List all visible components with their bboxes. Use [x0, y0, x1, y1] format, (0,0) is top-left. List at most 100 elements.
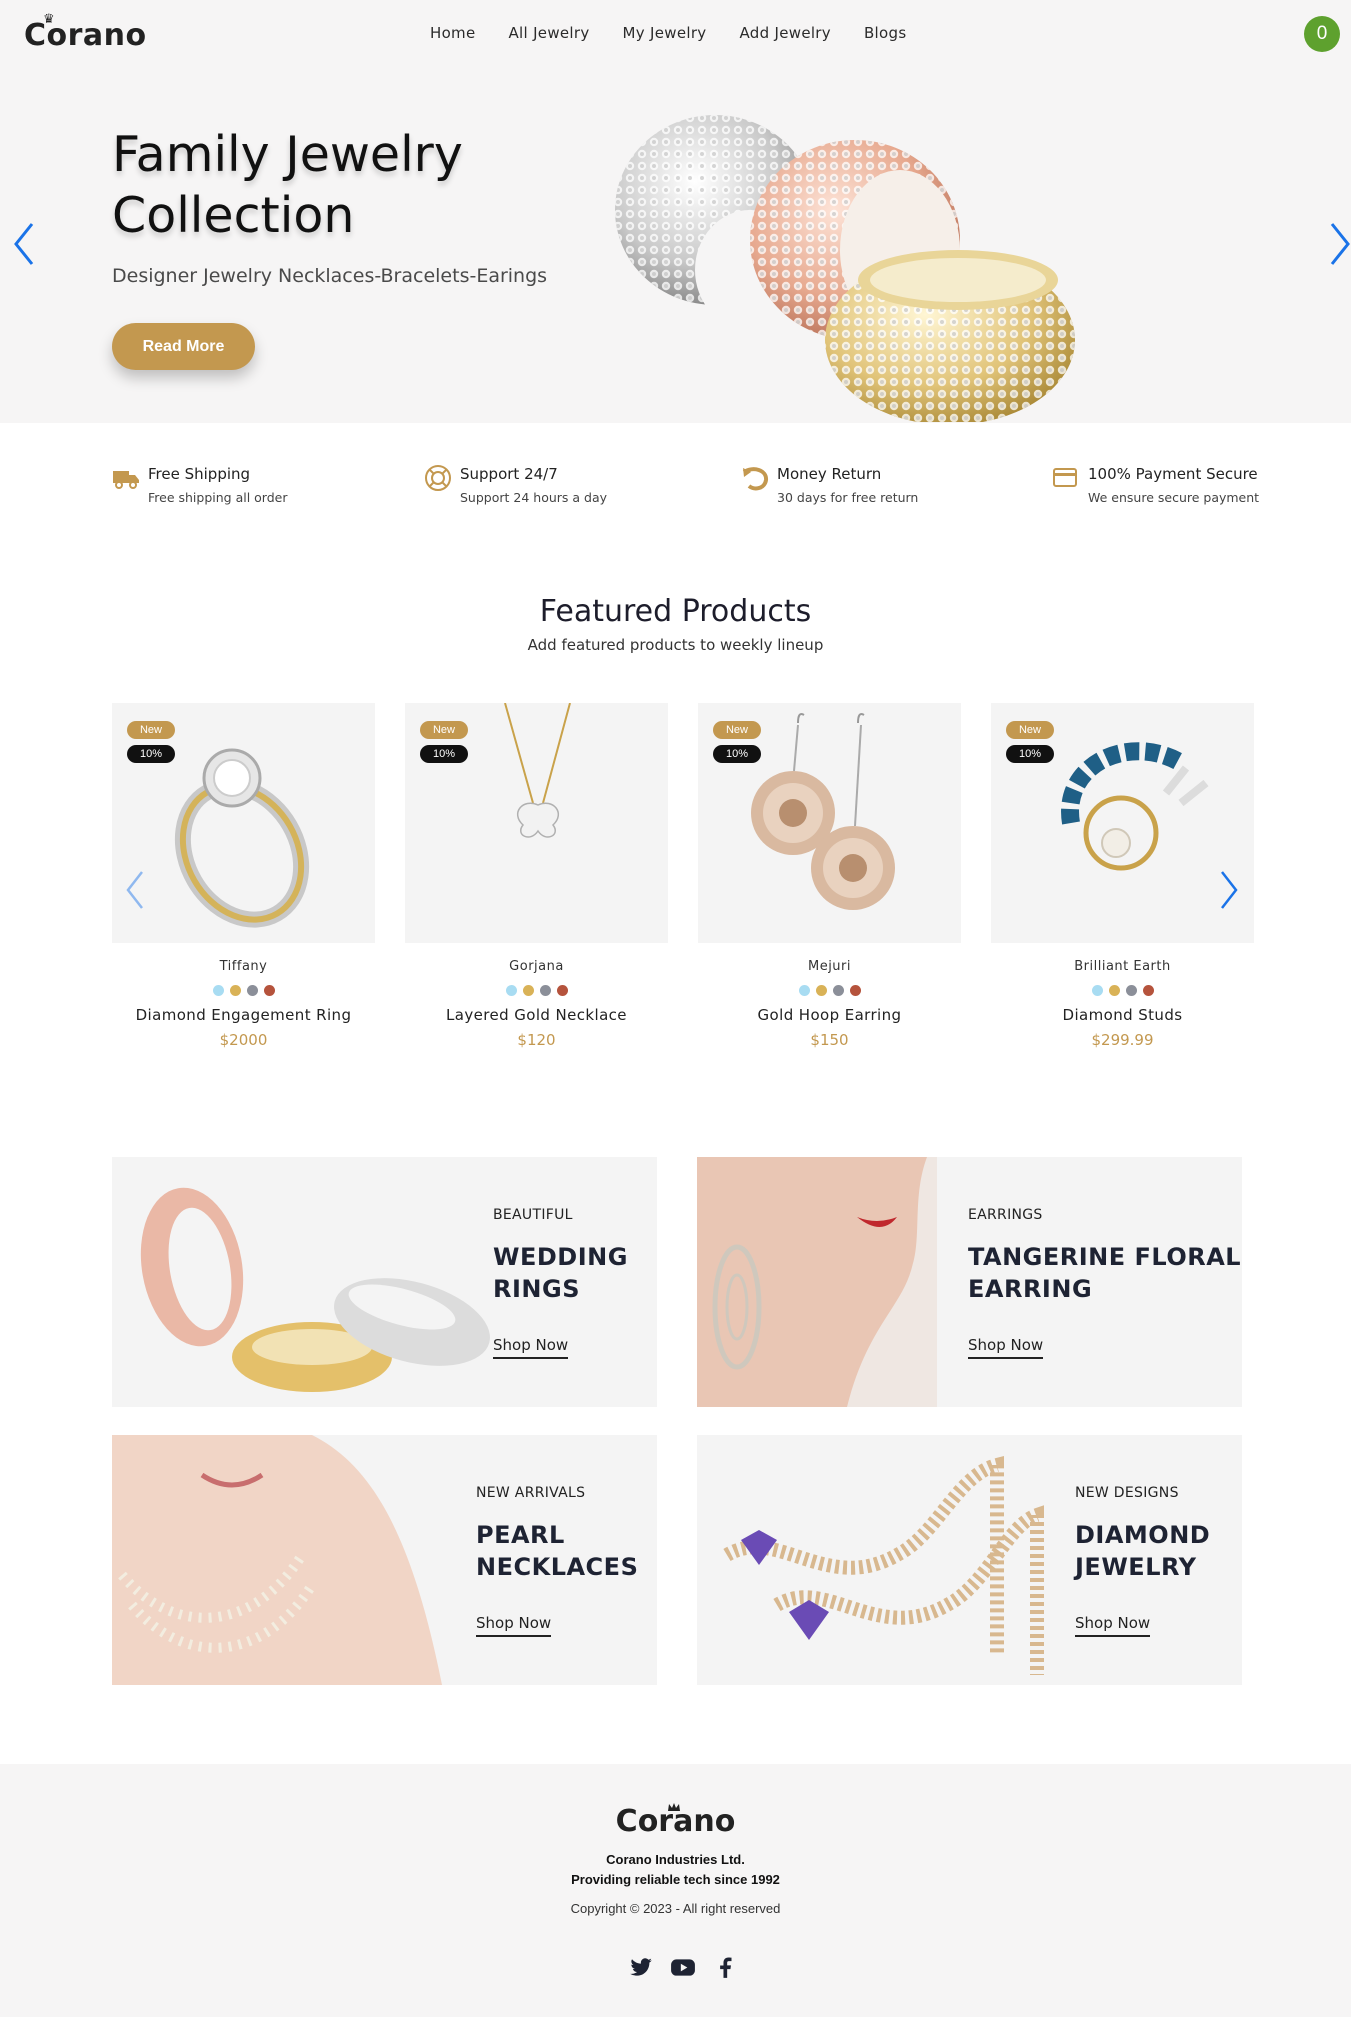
- shop-now-link[interactable]: Shop Now: [476, 1614, 552, 1637]
- banner-title-line1: WEDDING: [493, 1243, 628, 1271]
- swatch-copper[interactable]: [1142, 985, 1154, 996]
- earring-model-image: [697, 1157, 937, 1407]
- banner-title: DIAMOND JEWELRY: [1075, 1519, 1210, 1583]
- carousel-prev-arrow-icon[interactable]: [122, 868, 148, 912]
- swatch-gold[interactable]: [815, 985, 827, 996]
- color-swatches: [112, 983, 375, 1001]
- youtube-icon[interactable]: [670, 1954, 696, 1980]
- banner-eyebrow: EARRINGS: [968, 1207, 1043, 1223]
- copyright: Copyright © 2023 - All right reserved: [570, 1901, 781, 1916]
- product-card[interactable]: New 10% Mejuri Gold Hoop Earring $150: [698, 703, 961, 1053]
- product-price: $150: [810, 1031, 849, 1049]
- read-more-button[interactable]: Read More: [112, 323, 255, 370]
- product-image[interactable]: New 10%: [698, 703, 961, 943]
- product-image[interactable]: New 10%: [405, 703, 668, 943]
- gold-ring: [825, 250, 1075, 422]
- banner-title-line2: JEWELRY: [1075, 1553, 1197, 1581]
- swatch-gold[interactable]: [522, 985, 534, 996]
- truck-icon: [113, 471, 139, 489]
- banner-title: WEDDING RINGS: [493, 1241, 628, 1305]
- product-image[interactable]: New 10%: [991, 703, 1254, 943]
- feature-money-return: Money Return 30 days for free return: [741, 460, 1021, 510]
- banner-eyebrow: BEAUTIFUL: [493, 1207, 573, 1223]
- banner-wedding-rings[interactable]: BEAUTIFUL WEDDING RINGS Shop Now: [112, 1157, 657, 1407]
- feature-title: Money Return: [777, 465, 882, 483]
- pearl-model-image: [112, 1435, 442, 1685]
- discount-badge: 10%: [127, 745, 175, 763]
- page: ♛ Corano Home All Jewelry My Jewelry Add…: [0, 0, 1351, 2017]
- hero-next-arrow-icon[interactable]: [1328, 220, 1351, 268]
- product-price: $299.99: [1091, 1031, 1154, 1049]
- banner-title: TANGERINE FLORAL EARRING: [968, 1241, 1241, 1305]
- swatch-light-blue[interactable]: [505, 985, 517, 996]
- twitter-icon[interactable]: [628, 1954, 654, 1980]
- new-badge: New: [713, 721, 761, 739]
- facebook-icon[interactable]: [712, 1954, 738, 1980]
- swatch-copper[interactable]: [849, 985, 861, 996]
- crown-icon: ♛: [43, 12, 56, 27]
- features-row: Free Shipping Free shipping all order Su…: [0, 460, 1351, 520]
- product-image[interactable]: New 10%: [112, 703, 375, 943]
- feature-title: Support 24/7: [460, 465, 558, 483]
- product-card[interactable]: New 10% Gorjana Layered Gold Necklace $1…: [405, 703, 668, 1053]
- nav-all-jewelry[interactable]: All Jewelry: [509, 24, 590, 42]
- shop-now-link[interactable]: Shop Now: [493, 1336, 569, 1359]
- swatch-gold[interactable]: [1108, 985, 1120, 996]
- swatch-gray[interactable]: [1125, 985, 1137, 996]
- swatch-light-blue[interactable]: [1091, 985, 1103, 996]
- product-brand: Gorjana: [509, 959, 564, 974]
- return-icon: [742, 467, 768, 491]
- swatch-gold[interactable]: [229, 985, 241, 996]
- carousel-next-arrow-icon[interactable]: [1216, 868, 1242, 912]
- swatch-gray[interactable]: [246, 985, 258, 996]
- banner-title: PEARL NECKLACES: [476, 1519, 638, 1583]
- shop-now-link[interactable]: Shop Now: [968, 1336, 1044, 1359]
- cart-count-badge[interactable]: 0: [1304, 16, 1340, 52]
- feature-title: Free Shipping: [148, 465, 251, 483]
- logo[interactable]: ♛ Corano: [24, 12, 147, 53]
- banner-title-line1: DIAMOND: [1075, 1521, 1211, 1549]
- banner-pearl-necklaces[interactable]: NEW ARRIVALS PEARL NECKLACES Shop Now: [112, 1435, 657, 1685]
- banner-title-line1: TANGERINE FLORAL: [968, 1243, 1242, 1271]
- company-name: Corano Industries Ltd.: [606, 1852, 745, 1867]
- nav-blogs[interactable]: Blogs: [864, 24, 906, 42]
- swatch-gray[interactable]: [832, 985, 844, 996]
- banner-diamond-jewelry[interactable]: NEW DESIGNS DIAMOND JEWELRY Shop Now: [697, 1435, 1242, 1685]
- new-badge: New: [420, 721, 468, 739]
- banner-title-line1: PEARL: [476, 1521, 565, 1549]
- nav-add-jewelry[interactable]: Add Jewelry: [739, 24, 830, 42]
- product-card[interactable]: New 10% Brilliant Earth Diamond Studs $2…: [991, 703, 1254, 1053]
- shop-now-link[interactable]: Shop Now: [1075, 1614, 1151, 1637]
- product-card[interactable]: New 10% Tiffany Diamond Engagement Ring …: [112, 703, 375, 1053]
- feature-subtitle: Free shipping all order: [148, 490, 288, 505]
- nav-my-jewelry[interactable]: My Jewelry: [623, 24, 707, 42]
- engagement-ring-image: [174, 748, 310, 928]
- hero-prev-arrow-icon[interactable]: [10, 220, 38, 268]
- banner-tangerine-earring[interactable]: EARRINGS TANGERINE FLORAL EARRING Shop N…: [697, 1157, 1242, 1407]
- swatch-light-blue[interactable]: [798, 985, 810, 996]
- swatch-light-blue[interactable]: [212, 985, 224, 996]
- featured-products-title: Featured Products: [539, 594, 812, 629]
- color-swatches: [405, 983, 668, 1001]
- product-name[interactable]: Diamond Studs: [991, 1006, 1254, 1024]
- nav-home[interactable]: Home: [430, 24, 476, 42]
- hero-subtitle: Designer Jewelry Necklaces-Bracelets-Ear…: [112, 265, 548, 287]
- product-price: $120: [517, 1031, 556, 1049]
- product-name[interactable]: Diamond Engagement Ring: [112, 1006, 375, 1024]
- swatch-gray[interactable]: [539, 985, 551, 996]
- hero-rings-image: [615, 115, 1075, 422]
- swatch-copper[interactable]: [263, 985, 275, 996]
- new-badge: New: [1006, 721, 1054, 739]
- color-swatches: [991, 983, 1254, 1001]
- footer: Corano Corano Industries Ltd. Providing …: [0, 1764, 1351, 2017]
- feature-support: Support 24/7 Support 24 hours a day: [424, 460, 704, 510]
- social-links: [628, 1954, 738, 1980]
- feature-subtitle: We ensure secure payment: [1088, 490, 1260, 505]
- product-name[interactable]: Gold Hoop Earring: [698, 1006, 961, 1024]
- feature-payment-secure: 100% Payment Secure We ensure secure pay…: [1052, 460, 1332, 510]
- product-name[interactable]: Layered Gold Necklace: [405, 1006, 668, 1024]
- support-icon: [425, 465, 451, 491]
- swatch-copper[interactable]: [556, 985, 568, 996]
- banner-title-line2: EARRING: [968, 1275, 1093, 1303]
- discount-badge: 10%: [713, 745, 761, 763]
